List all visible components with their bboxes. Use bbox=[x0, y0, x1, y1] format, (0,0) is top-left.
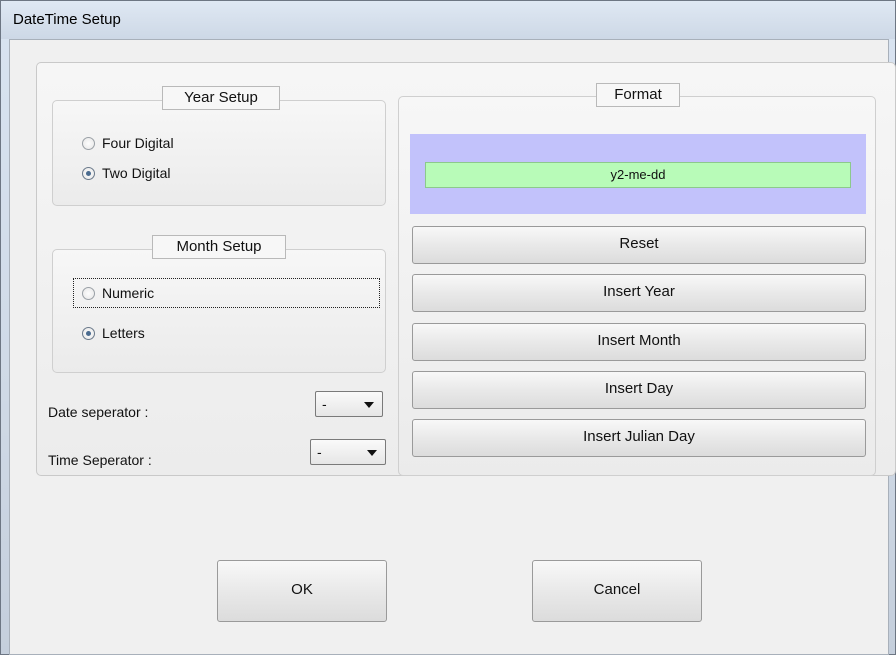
window-title: DateTime Setup bbox=[13, 11, 121, 28]
radio-two-digital-indicator[interactable] bbox=[82, 166, 95, 180]
format-preview-area: y2-me-dd bbox=[410, 134, 866, 214]
insert-julian-day-button[interactable]: Insert Julian Day bbox=[412, 419, 866, 457]
year-setup-legend: Year Setup bbox=[162, 86, 280, 110]
radio-numeric-label: Numeric bbox=[102, 285, 155, 301]
cancel-button[interactable]: Cancel bbox=[532, 560, 702, 622]
reset-button[interactable]: Reset bbox=[412, 226, 866, 264]
radio-letters-label: Letters bbox=[102, 325, 145, 341]
date-separator-select[interactable]: - bbox=[315, 391, 383, 417]
month-setup-legend: Month Setup bbox=[152, 235, 286, 259]
datetime-setup-window: DateTime Setup Year Setup Four Digital T… bbox=[0, 0, 896, 655]
radio-four-digital-label: Four Digital bbox=[102, 135, 174, 151]
radio-letters-indicator[interactable] bbox=[82, 326, 95, 340]
radio-numeric-indicator[interactable] bbox=[82, 286, 95, 300]
year-setup-group bbox=[52, 100, 386, 206]
chevron-down-icon bbox=[367, 450, 377, 456]
year-four-digital-radio[interactable]: Four Digital bbox=[82, 133, 174, 153]
time-separator-value: - bbox=[317, 444, 322, 460]
year-two-digital-radio[interactable]: Two Digital bbox=[82, 163, 170, 183]
month-letters-radio[interactable]: Letters bbox=[82, 323, 145, 343]
month-setup-group bbox=[52, 249, 386, 373]
title-bar[interactable]: DateTime Setup bbox=[1, 1, 895, 39]
ok-button[interactable]: OK bbox=[217, 560, 387, 622]
format-legend: Format bbox=[596, 83, 680, 107]
dialog-client-area: Year Setup Four Digital Two Digital Mont… bbox=[9, 39, 896, 655]
month-numeric-radio[interactable]: Numeric bbox=[82, 283, 154, 303]
format-string-field[interactable]: y2-me-dd bbox=[425, 162, 851, 188]
insert-year-button[interactable]: Insert Year bbox=[412, 274, 866, 312]
insert-day-button[interactable]: Insert Day bbox=[412, 371, 866, 409]
time-separator-select[interactable]: - bbox=[310, 439, 386, 465]
date-separator-label: Date seperator : bbox=[48, 404, 149, 420]
chevron-down-icon bbox=[364, 402, 374, 408]
radio-two-digital-label: Two Digital bbox=[102, 165, 171, 181]
insert-month-button[interactable]: Insert Month bbox=[412, 323, 866, 361]
radio-four-digital-indicator[interactable] bbox=[82, 136, 95, 150]
time-separator-label: Time Seperator : bbox=[48, 452, 152, 468]
date-separator-value: - bbox=[322, 396, 327, 412]
